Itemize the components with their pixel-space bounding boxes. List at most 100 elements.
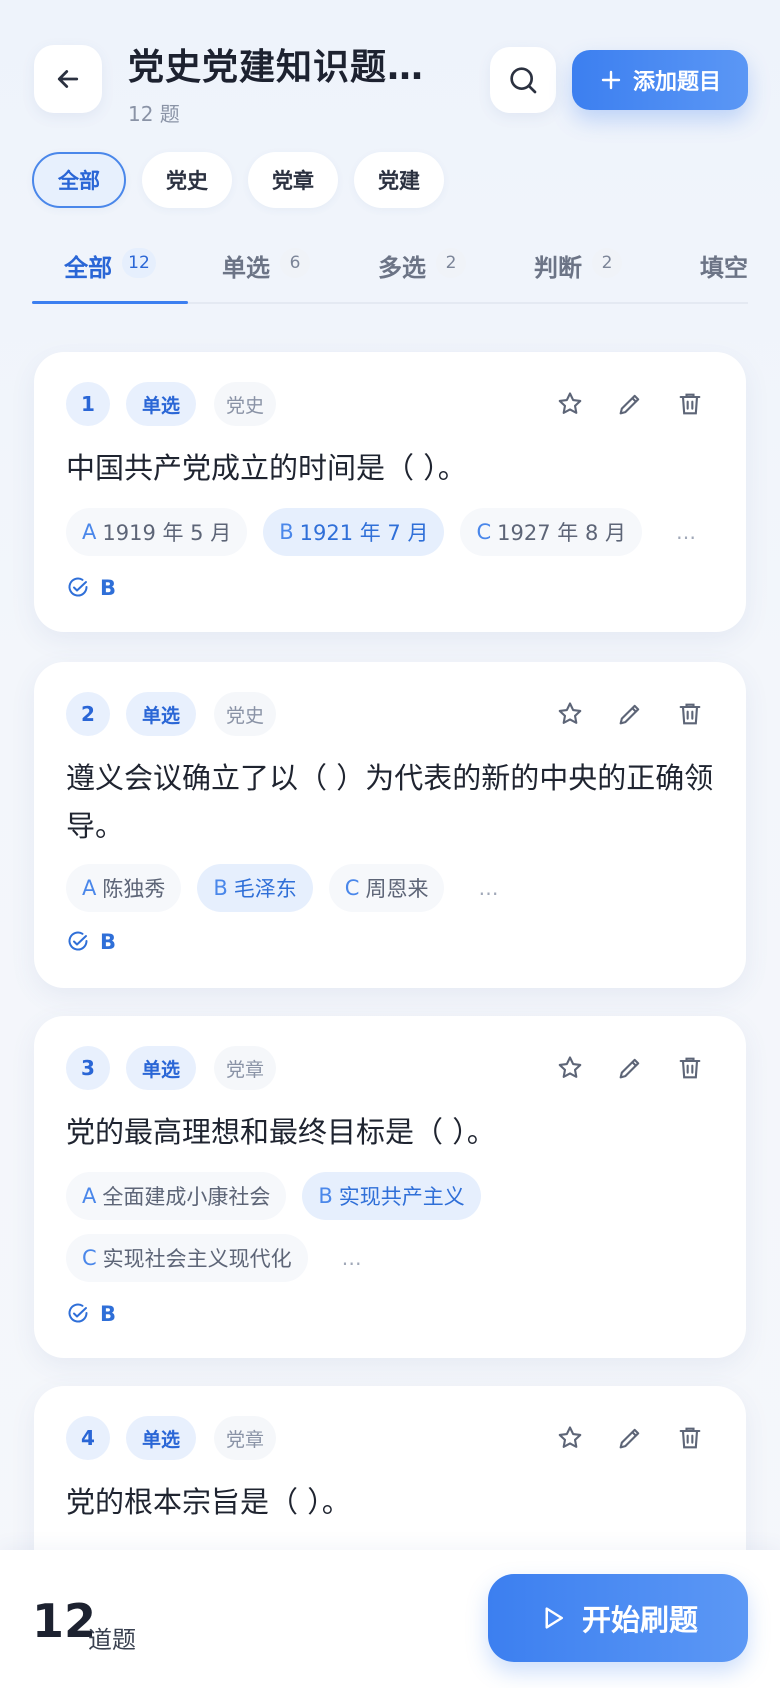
question-type-tag: 单选	[126, 1046, 197, 1090]
star-icon	[558, 392, 582, 414]
option-text: 全面建成小康社会	[102, 1185, 271, 1209]
option-list: A 1919 年 5 月 B 1921 年 7 月 C 1927 年 8 月 …	[66, 508, 726, 556]
tab-true-false[interactable]: 判断 2	[500, 236, 656, 302]
option-list: A 陈独秀 B 毛泽东 C 周恩来 …	[66, 864, 726, 912]
category-chip-party-constitution[interactable]: 党章	[248, 152, 338, 208]
edit-button[interactable]	[612, 1420, 648, 1456]
trash-icon	[679, 1427, 701, 1449]
question-card[interactable]: 2 单选 党史 遵义会议确立了以（ ）为代表的新的中央的正确领导。 A 陈独秀 B…	[34, 662, 746, 988]
arrow-left-icon	[57, 70, 79, 88]
header: 党史党建知识题库... 12 题 添加题目	[0, 0, 780, 140]
back-button[interactable]	[34, 45, 102, 113]
favorite-button[interactable]	[552, 696, 588, 732]
plus-icon	[601, 70, 621, 90]
pencil-icon	[619, 1428, 640, 1449]
tab-multiple-choice[interactable]: 多选 2	[344, 236, 500, 302]
question-category-tag: 党章	[214, 1046, 277, 1090]
option-text: 陈独秀	[102, 877, 166, 901]
add-question-button[interactable]: 添加题目	[572, 50, 748, 110]
tab-fill-blank[interactable]: 填空	[656, 236, 748, 302]
category-filter: 全部 党史 党章 党建	[32, 152, 444, 208]
tab-single-choice[interactable]: 单选 6	[188, 236, 344, 302]
option-letter: C	[82, 1246, 97, 1270]
question-category-tag: 党史	[214, 692, 277, 736]
edit-button[interactable]	[612, 386, 648, 422]
tab-label: 全部	[64, 254, 113, 282]
favorite-button[interactable]	[552, 1420, 588, 1456]
question-category-tag: 党章	[214, 1416, 277, 1460]
answer-value: B	[100, 1302, 117, 1326]
question-text: 遵义会议确立了以（ ）为代表的新的中央的正确领导。	[66, 761, 714, 843]
option-text: 1921 年 7 月	[299, 521, 429, 545]
option-letter: A	[82, 876, 97, 900]
delete-button[interactable]	[672, 1050, 708, 1086]
option-item-correct: B 实现共产主义	[302, 1172, 481, 1220]
option-letter: A	[82, 520, 97, 544]
option-item: C 实现社会主义现代化	[66, 1234, 308, 1282]
question-text: 党的根本宗旨是（ ）。	[66, 1485, 351, 1519]
tab-label: 多选	[378, 254, 426, 282]
bottom-bar: 12 道题 开始刷题	[0, 1550, 780, 1688]
favorite-button[interactable]	[552, 1050, 588, 1086]
option-text: 1927 年 8 月	[497, 521, 626, 545]
option-text: 周恩来	[365, 877, 429, 901]
option-text: 1919 年 5 月	[102, 521, 232, 545]
question-number: 1	[66, 382, 110, 426]
option-item: A 陈独秀	[66, 864, 182, 912]
tab-count: 6	[280, 248, 310, 278]
question-number: 2	[66, 692, 110, 736]
option-list: A 全面建成小康社会 B 实现共产主义 C 实现社会主义现代化 …	[66, 1172, 726, 1282]
option-item: C 1927 年 8 月	[460, 508, 642, 556]
question-number: 4	[66, 1416, 110, 1460]
option-text: 实现共产主义	[338, 1185, 465, 1209]
question-type-tag: 单选	[126, 1416, 197, 1460]
option-item: A 1919 年 5 月	[66, 508, 248, 556]
tab-count: 2	[436, 248, 466, 278]
question-text: 中国共产党成立的时间是（ ）。	[66, 451, 467, 485]
category-chip-party-building[interactable]: 党建	[354, 152, 444, 208]
page-title: 党史党建知识题库...	[128, 47, 458, 88]
question-card[interactable]: 1 单选 党史 中国共产党成立的时间是（ ）。 A 1919 年 5 月 B 192…	[34, 352, 746, 632]
favorite-button[interactable]	[552, 386, 588, 422]
option-item: A 全面建成小康社会	[66, 1172, 287, 1220]
type-tabs: 全部 12 单选 6 多选 2 判断 2 填空	[32, 236, 748, 304]
option-letter: B	[318, 1184, 333, 1208]
search-button[interactable]	[490, 47, 556, 113]
answer-value: B	[100, 930, 117, 954]
star-icon	[558, 1056, 582, 1078]
check-circle-icon	[68, 1303, 88, 1323]
play-icon	[545, 1607, 563, 1629]
delete-button[interactable]	[672, 1420, 708, 1456]
pencil-icon	[619, 704, 640, 725]
question-type-tag: 单选	[126, 692, 197, 736]
trash-icon	[679, 393, 701, 415]
total-label: 道题	[88, 1626, 136, 1654]
total-count: 12	[32, 1594, 97, 1648]
delete-button[interactable]	[672, 696, 708, 732]
question-type-tag: 单选	[126, 382, 197, 426]
star-icon	[558, 702, 582, 724]
tab-label: 单选	[222, 254, 270, 282]
category-chip-party-history[interactable]: 党史	[142, 152, 232, 208]
check-circle-icon	[68, 577, 88, 597]
add-question-label: 添加题目	[632, 70, 721, 95]
tab-count: 12	[122, 248, 156, 278]
start-practice-button[interactable]: 开始刷题	[488, 1574, 748, 1662]
category-chip-all[interactable]: 全部	[32, 152, 126, 208]
correct-answer: B	[66, 1302, 116, 1326]
option-text: 毛泽东	[233, 877, 297, 901]
option-item-correct: B 毛泽东	[197, 864, 313, 912]
check-circle-icon	[68, 931, 88, 951]
tab-all[interactable]: 全部 12	[32, 236, 188, 304]
trash-icon	[679, 1057, 701, 1079]
edit-button[interactable]	[612, 1050, 648, 1086]
tab-label: 填空	[700, 254, 748, 282]
question-card[interactable]: 3 单选 党章 党的最高理想和最终目标是（ ）。 A 全面建成小康社会 B 实现共产…	[34, 1016, 746, 1358]
edit-button[interactable]	[612, 696, 648, 732]
option-letter: B	[213, 876, 228, 900]
delete-button[interactable]	[672, 386, 708, 422]
option-item: C 周恩来	[328, 864, 445, 912]
option-letter: A	[82, 1184, 97, 1208]
start-practice-label: 开始刷题	[581, 1603, 698, 1637]
question-count: 12 题	[128, 102, 180, 126]
